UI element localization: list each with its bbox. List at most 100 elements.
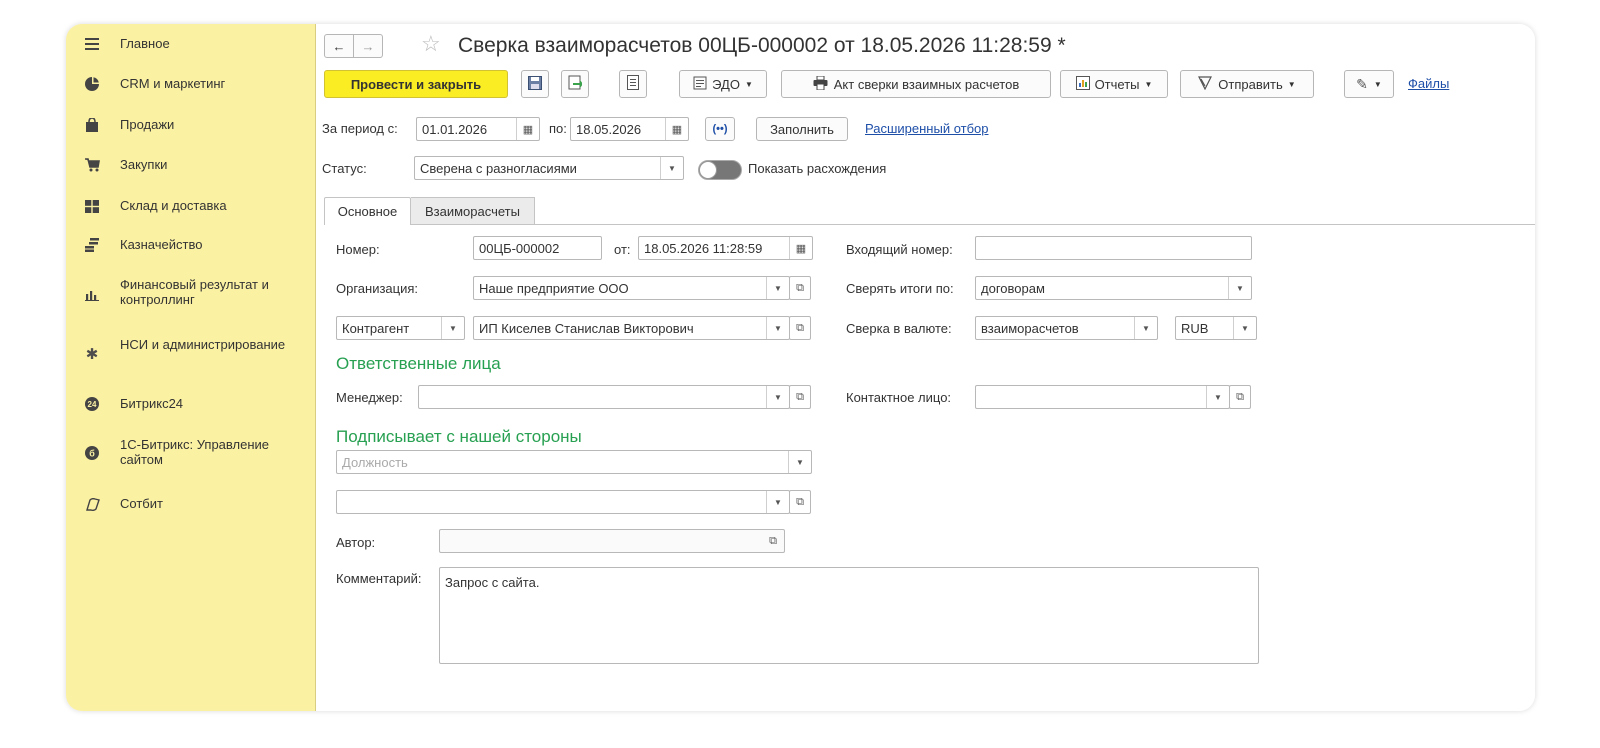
open-window-icon[interactable]: ⧉ [762,530,784,552]
post-and-close-button[interactable]: Провести и закрыть [324,70,508,98]
counterparty-type-select[interactable]: Контрагент ▼ [336,316,465,340]
signer-position-select[interactable]: Должность ▼ [336,450,812,474]
tab-settlements[interactable]: Взаиморасчеты [411,197,535,225]
chevron-down-icon: ▼ [1287,79,1296,89]
menu-lines-icon [84,36,100,52]
sidebar-item-treasury[interactable]: Казначейство [66,235,315,255]
chevron-down-icon: ▼ [1373,79,1382,89]
chevron-down-icon[interactable]: ▼ [766,386,789,408]
back-button[interactable]: ← [324,34,354,58]
period-to-field[interactable]: 18.05.2026 ▦ [570,117,689,141]
chevron-down-icon[interactable]: ▼ [1134,317,1157,339]
author-field[interactable]: ⧉ [439,529,785,553]
svg-text:24: 24 [88,400,97,409]
open-manager-button[interactable]: ⧉ [789,385,811,409]
organization-label: Организация: [336,281,419,296]
document-form: ← → ☆ Сверка взаиморасчетов 00ЦБ-000002 … [316,24,1535,711]
open-counterparty-button[interactable]: ⧉ [789,316,811,340]
fill-button[interactable]: Заполнить [756,117,848,141]
bitrix-site-icon: б [84,445,100,461]
chevron-down-icon[interactable]: ▼ [1206,386,1229,408]
chevron-down-icon[interactable]: ▼ [766,491,789,513]
sidebar-item-finance[interactable]: Финансовый результат и контроллинг [66,274,315,310]
status-select[interactable]: Сверена с разногласиями ▼ [414,156,684,180]
totals-select[interactable]: договорам ▼ [975,276,1252,300]
open-organization-button[interactable]: ⧉ [789,276,811,300]
open-window-icon: ⧉ [796,390,804,403]
chevron-down-icon[interactable]: ▼ [766,317,789,339]
organization-select[interactable]: Наше предприятие ООО ▼ [473,276,790,300]
post-button[interactable] [561,70,589,98]
totals-value: договорам [981,280,1045,296]
advanced-filter-link[interactable]: Расширенный отбор [865,121,989,136]
sidebar-item-label: НСИ и администрирование [120,337,286,352]
currency-select[interactable]: RUB ▼ [1175,316,1257,340]
chevron-down-icon[interactable]: ▼ [1233,317,1256,339]
chevron-down-icon[interactable]: ▼ [1228,277,1251,299]
period-from-field[interactable]: 01.01.2026 ▦ [416,117,540,141]
show-differences-toggle[interactable] [698,160,742,180]
comment-label: Комментарий: [336,571,422,586]
status-label: Статус: [322,161,367,176]
sidebar-item-label: Закупки [120,157,168,172]
open-signer-button[interactable]: ⧉ [789,490,811,514]
sidebar-item-bitrix24[interactable]: 24 Битрикс24 [66,394,315,414]
manager-select[interactable]: ▼ [418,385,790,409]
chevron-down-icon[interactable]: ▼ [441,317,464,339]
attachments-menu-button[interactable]: ✎ ▼ [1344,70,1394,98]
totals-label: Сверять итоги по: [846,281,954,296]
sidebar-item-bitrix-site[interactable]: б 1С-Битрикс: Управление сайтом [66,434,315,470]
comment-value: Запрос с сайта. [445,575,540,590]
incoming-number-field[interactable] [975,236,1252,260]
edo-menu-button[interactable]: ЭДО ▼ [679,70,767,98]
contact-person-select[interactable]: ▼ [975,385,1230,409]
currency-mode-select[interactable]: взаиморасчетов ▼ [975,316,1158,340]
tab-settlements-label: Взаиморасчеты [425,203,520,219]
number-field[interactable]: 00ЦБ-000002 [473,236,602,260]
reconciliation-act-print-button[interactable]: Акт сверки взаимных расчетов [781,70,1051,98]
document-list-button[interactable] [619,70,647,98]
open-window-icon: ⧉ [1236,390,1244,403]
responsible-section-title: Ответственные лица [336,354,501,373]
calendar-icon[interactable]: ▦ [665,118,688,140]
open-contact-button[interactable]: ⧉ [1229,385,1251,409]
sidebar-item-main[interactable]: Главное [66,34,315,54]
calendar-icon[interactable]: ▦ [516,118,539,140]
sidebar-item-crm[interactable]: CRM и маркетинг [66,74,315,94]
signer-select[interactable]: ▼ [336,490,790,514]
chevron-down-icon[interactable]: ▼ [660,157,683,179]
sidebar-item-warehouse[interactable]: Склад и доставка [66,196,315,216]
counterparty-select[interactable]: ИП Киселев Станислав Викторович ▼ [473,316,790,340]
sidebar-item-purchases[interactable]: Закупки [66,155,315,175]
chevron-down-icon[interactable]: ▼ [766,277,789,299]
chevron-down-icon: ▼ [744,79,753,89]
sidebar-item-label: 1С-Битрикс: Управление сайтом [120,437,270,467]
send-label: Отправить [1218,76,1283,92]
comment-textarea[interactable]: Запрос с сайта. [439,567,1259,664]
toggle-knob [699,161,717,179]
send-menu-button[interactable]: Отправить ▼ [1180,70,1314,98]
sidebar-item-label: Сотбит [120,496,163,511]
save-button[interactable] [521,70,549,98]
open-window-icon: ⧉ [796,281,804,294]
sidebar-item-admin[interactable]: ✱ НСИ и администрирование [66,334,315,370]
period-select-button[interactable]: (••) [705,117,735,141]
tab-main[interactable]: Основное [324,197,411,225]
calendar-icon[interactable]: ▦ [789,237,812,259]
sidebar-item-label: Склад и доставка [120,198,227,213]
sidebar-item-sotbit[interactable]: Сотбит [66,494,315,514]
sidebar-item-sales[interactable]: Продажи [66,115,315,135]
reports-menu-button[interactable]: Отчеты ▼ [1060,70,1168,98]
page-title: Сверка взаиморасчетов 00ЦБ-000002 от 18.… [458,34,1066,57]
forward-button[interactable]: → [353,34,383,58]
bitrix24-icon: 24 [84,396,100,412]
currency-label: Сверка в валюте: [846,321,952,336]
svg-text:б: б [89,449,95,459]
files-link[interactable]: Файлы [1408,76,1449,91]
chevron-down-icon[interactable]: ▼ [788,451,811,473]
shopping-cart-icon [84,157,100,173]
star-icon[interactable]: ☆ [421,31,441,57]
date-field[interactable]: 18.05.2026 11:28:59 ▦ [638,236,813,260]
send-icon [1198,75,1213,93]
organization-value: Наше предприятие ООО [479,280,629,296]
